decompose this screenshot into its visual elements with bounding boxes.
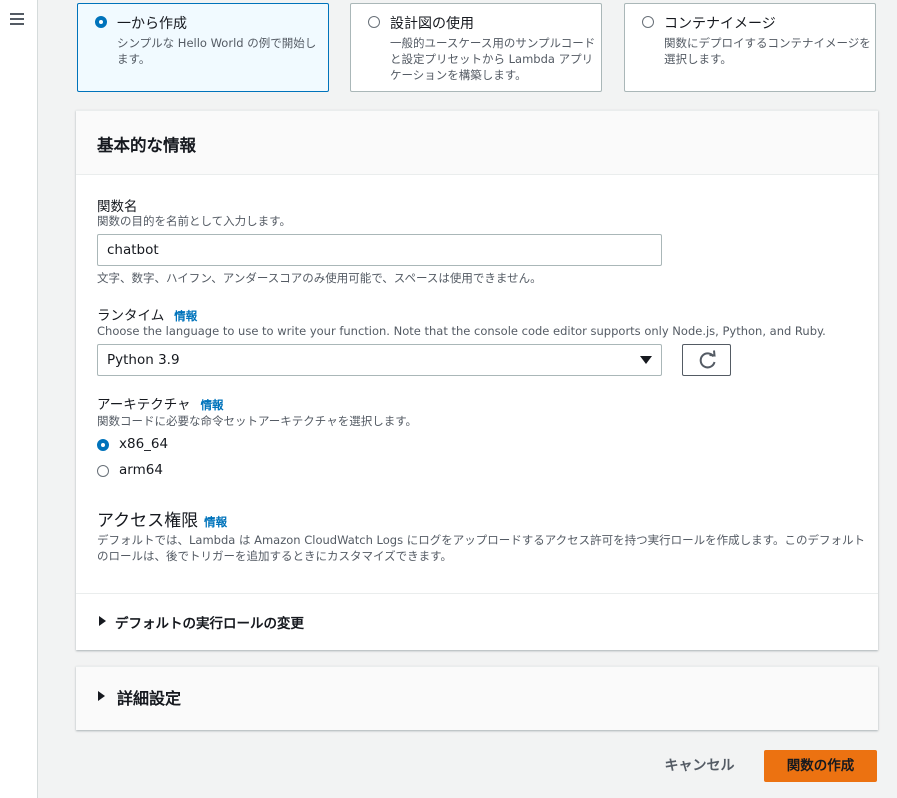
x86-64-label: x86_64	[119, 436, 169, 452]
radio-arm64[interactable]	[97, 465, 109, 477]
refresh-button[interactable]	[682, 344, 731, 376]
advanced-settings-title[interactable]: 詳細設定	[117, 685, 181, 709]
option-desc: シンプルな Hello World の例で開始します。	[117, 36, 317, 66]
default-role-toggle[interactable]: デフォルトの実行ロールの変更	[115, 612, 304, 632]
radio-x86-64[interactable]	[97, 439, 109, 451]
runtime-value: Python 3.9	[107, 352, 180, 368]
radio-use-blueprint[interactable]	[368, 16, 380, 28]
function-name-input[interactable]: chatbot	[97, 234, 662, 266]
function-name-constraint: 文字、数字、ハイフン、アンダースコアのみ使用可能で、スペースは使用できません。	[97, 271, 542, 285]
architecture-desc: 関数コードに必要な命令セットアーキテクチャを選択します。	[97, 414, 418, 428]
permissions-heading: アクセス権限 情報	[97, 506, 227, 531]
function-name-desc: 関数の目的を名前として入力します。	[97, 214, 292, 228]
permissions-label-text: アクセス権限	[97, 511, 199, 531]
option-title: コンテナイメージ	[664, 16, 776, 32]
runtime-label-text: ランタイム	[97, 308, 165, 324]
caret-right-icon[interactable]	[98, 691, 105, 701]
cancel-button[interactable]: キャンセル	[652, 751, 747, 782]
refresh-icon	[699, 350, 716, 369]
option-container-image[interactable]: コンテナイメージ 関数にデプロイするコンテナイメージを選択します。	[624, 3, 876, 92]
caret-right-icon[interactable]	[99, 616, 106, 626]
side-nav	[0, 0, 38, 798]
advanced-settings-panel[interactable]: 詳細設定	[76, 666, 878, 730]
architecture-label: アーキテクチャ 情報	[97, 393, 224, 413]
runtime-label: ランタイム 情報	[97, 304, 197, 324]
architecture-info-link[interactable]: 情報	[201, 398, 224, 412]
runtime-desc: Choose the language to use to write your…	[97, 324, 826, 338]
architecture-label-text: アーキテクチャ	[97, 397, 191, 413]
runtime-info-link[interactable]: 情報	[174, 309, 197, 323]
permissions-desc: デフォルトでは、Lambda は Amazon CloudWatch Logs …	[97, 533, 866, 563]
option-title: 設計図の使用	[390, 16, 474, 32]
option-title: 一から作成	[117, 16, 187, 32]
arm64-label: arm64	[119, 462, 163, 478]
create-function-button[interactable]: 関数の作成	[764, 750, 877, 782]
option-author-from-scratch[interactable]: 一から作成 シンプルな Hello World の例で開始します。	[77, 3, 329, 92]
permissions-info-link[interactable]: 情報	[204, 515, 227, 529]
radio-container-image[interactable]	[642, 16, 654, 28]
function-name-label: 関数名	[97, 199, 138, 215]
basic-info-panel: 基本的な情報 関数名 関数の目的を名前として入力します。 chatbot 文字、…	[76, 110, 878, 650]
divider	[76, 593, 878, 594]
option-desc: 関数にデプロイするコンテナイメージを選択します。	[664, 36, 871, 66]
caret-down-icon	[640, 356, 652, 364]
panel-header: 基本的な情報	[76, 111, 878, 175]
option-desc: 一般的ユースケース用のサンプルコードと設定プリセットから Lambda アプリケ…	[390, 36, 596, 82]
menu-icon[interactable]	[10, 13, 24, 28]
runtime-select[interactable]: Python 3.9	[97, 344, 662, 376]
option-use-blueprint[interactable]: 設計図の使用 一般的ユースケース用のサンプルコードと設定プリセットから Lamb…	[350, 3, 602, 92]
radio-author-from-scratch[interactable]	[95, 16, 107, 28]
panel-title: 基本的な情報	[97, 136, 196, 155]
